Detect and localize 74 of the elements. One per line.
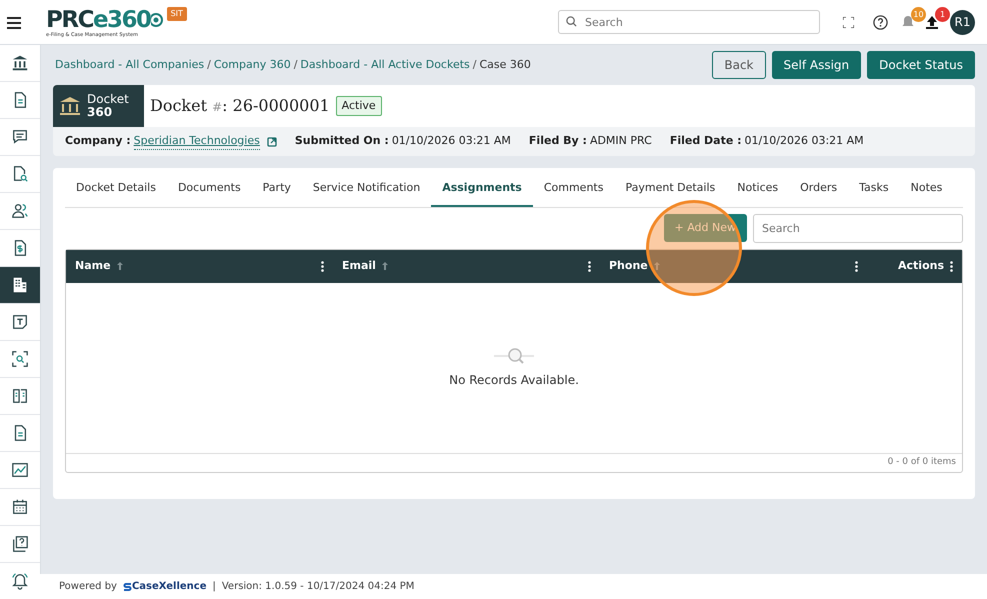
bell-icon[interactable] <box>902 15 914 29</box>
column-header[interactable]: Email <box>342 258 376 274</box>
status-tag: Active <box>336 96 382 116</box>
tab[interactable]: Tasks <box>848 180 900 206</box>
breadcrumb-separator: / <box>472 56 476 73</box>
tab[interactable]: Notes <box>900 180 954 206</box>
tab[interactable]: Orders <box>789 180 848 206</box>
version-text: Version: 1.0.59 - 10/17/2024 04:24 PM <box>222 580 414 594</box>
action-button[interactable]: Back <box>712 51 766 79</box>
breadcrumb-link[interactable]: Dashboard - All Companies <box>55 56 204 74</box>
file-search-icon <box>11 165 29 183</box>
tab[interactable]: Assignments <box>431 180 533 206</box>
search-field[interactable]: Search <box>753 214 963 242</box>
column-menu-icon[interactable] <box>321 260 324 272</box>
tab[interactable]: Docket Details <box>65 180 167 206</box>
field-value: 01/10/2026 03:21 AM <box>744 133 864 150</box>
logo: PRCe360 <box>46 8 165 32</box>
pager-info: 0 - 0 of 0 items <box>888 456 956 469</box>
separator: | <box>212 580 216 594</box>
breadcrumb-current: Case 360 <box>479 56 531 73</box>
column-header[interactable]: Actions <box>898 258 944 274</box>
column-menu-icon[interactable] <box>950 260 953 272</box>
bell-icon <box>11 572 29 590</box>
upload-count: 1 <box>935 7 950 22</box>
bank-icon <box>11 54 29 72</box>
notification-count: 10 <box>911 7 926 22</box>
action-button[interactable]: Self Assign <box>772 51 862 79</box>
badge-label: Docket <box>87 93 129 106</box>
tab[interactable]: Comments <box>532 180 614 206</box>
calendar-icon <box>11 498 29 516</box>
search-icon <box>566 16 577 27</box>
field-label: Submitted On : <box>294 133 389 150</box>
user-avatar[interactable]: R1 <box>950 10 975 34</box>
tab[interactable]: Payment Details <box>614 180 726 206</box>
field-label: Filed Date : <box>670 133 742 150</box>
field-value: ADMIN PRC <box>590 133 652 150</box>
field-label: Company : <box>65 133 131 150</box>
users-icon <box>11 202 29 220</box>
column-header[interactable]: Phone <box>609 258 648 274</box>
environment-tag: SIT <box>166 6 187 21</box>
book-icon <box>11 387 29 405</box>
badge-number: 360 <box>87 106 114 119</box>
sort-icon[interactable] <box>382 262 388 270</box>
sort-icon[interactable] <box>116 262 123 270</box>
column-menu-icon[interactable] <box>588 260 591 272</box>
breadcrumb-link[interactable]: Company 360 <box>214 56 291 74</box>
tab[interactable]: Notices <box>726 180 790 206</box>
tab[interactable]: Documents <box>166 180 252 206</box>
field-value: 01/10/2026 03:21 AM <box>392 133 511 150</box>
column-menu-icon[interactable] <box>855 260 858 272</box>
column-header[interactable]: Name <box>75 258 111 274</box>
brand-logo: CaseXellence <box>122 579 206 594</box>
breadcrumb-separator: / <box>207 56 211 73</box>
docket-title: Docket #: 26-0000001 <box>150 95 330 117</box>
sidebar-item[interactable] <box>0 267 40 304</box>
chat-icon <box>11 128 29 146</box>
tab[interactable]: Party <box>252 180 302 206</box>
help-icon <box>11 535 29 553</box>
search-field[interactable]: Search <box>558 10 820 34</box>
company-link[interactable]: Speridian Technologies <box>134 132 260 150</box>
empty-message: No Records Available. <box>449 372 579 389</box>
action-button[interactable]: Docket Status <box>867 51 975 79</box>
chart-icon <box>11 461 29 479</box>
building-icon <box>11 276 29 294</box>
scan-icon <box>11 350 29 368</box>
upload-icon[interactable] <box>926 15 938 29</box>
bank-icon <box>59 96 81 116</box>
note-icon <box>11 313 29 331</box>
breadcrumb-separator: / <box>294 56 298 73</box>
field-label: Filed By : <box>528 133 587 150</box>
breadcrumb-link[interactable]: Dashboard - All Active Dockets <box>300 56 470 74</box>
tab[interactable]: Service Notification <box>302 180 432 206</box>
external-link-icon[interactable] <box>266 136 277 146</box>
powered-by-text: Powered by <box>59 580 117 594</box>
